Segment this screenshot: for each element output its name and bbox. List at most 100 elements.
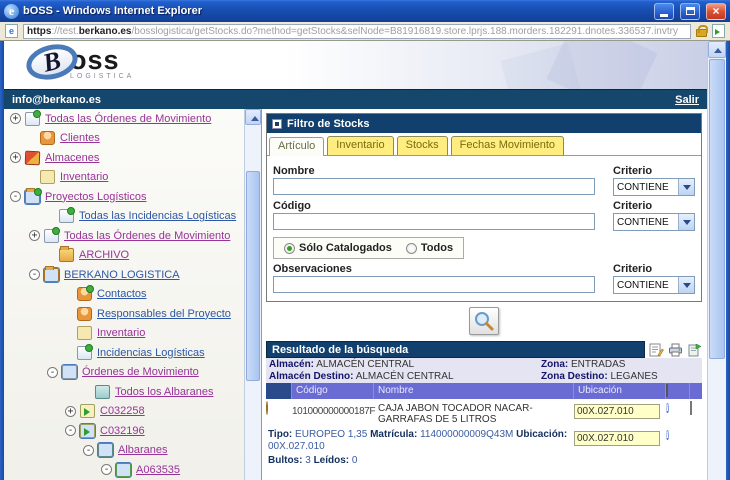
logout-link[interactable]: Salir xyxy=(675,94,699,106)
collapse-icon[interactable] xyxy=(101,464,112,475)
tree-item[interactable]: Responsables del Proyecto xyxy=(4,304,261,324)
tree-item[interactable]: Clientes xyxy=(4,129,261,149)
codigo-input[interactable] xyxy=(273,213,595,230)
collapse-icon[interactable] xyxy=(29,269,40,280)
tree-scrollbar[interactable] xyxy=(244,109,261,480)
tree-item-label[interactable]: A063535 xyxy=(136,464,180,476)
expand-icon[interactable] xyxy=(10,152,21,163)
tree-item-label[interactable]: Órdenes de Movimiento xyxy=(82,366,199,378)
tab-fechas-movimiento[interactable]: Fechas Movimiento xyxy=(451,136,564,155)
tree-item[interactable]: BERKANO LOGISTICA xyxy=(4,265,261,285)
edit-results-icon[interactable] xyxy=(649,343,664,357)
tree-item[interactable]: Todos los Albaranes xyxy=(4,382,261,402)
tree-item-label[interactable]: Todas las Órdenes de Movimiento xyxy=(64,230,230,242)
tree-item[interactable]: Albaranes xyxy=(4,441,261,461)
minimize-button[interactable] xyxy=(654,3,674,20)
tree-item-label[interactable]: ARCHIVO xyxy=(79,249,129,261)
nombre-criterio-select[interactable]: CONTIENE xyxy=(613,178,695,196)
collapse-icon[interactable] xyxy=(83,445,94,456)
tree-item-label[interactable]: Almacenes xyxy=(45,152,99,164)
tree-item-label[interactable]: Clientes xyxy=(60,132,100,144)
ie-logo-icon: e xyxy=(4,4,19,19)
user-bar: info@berkano.es Salir xyxy=(4,89,707,109)
search-row xyxy=(266,302,702,341)
collapse-icon[interactable] xyxy=(65,425,76,436)
tree-item[interactable]: Inventario xyxy=(4,168,261,188)
search-button[interactable] xyxy=(469,307,499,335)
tree-item[interactable]: Contactos xyxy=(4,285,261,305)
maximize-button[interactable] xyxy=(680,3,700,20)
scroll-up-button[interactable] xyxy=(708,41,726,58)
info-icon[interactable]: i xyxy=(666,403,669,413)
page-status-icon[interactable] xyxy=(712,24,725,38)
select-all-checkbox[interactable] xyxy=(666,384,668,397)
ie-page-icon: e xyxy=(5,24,18,38)
criterio-selected-value: CONTIENE xyxy=(614,217,678,228)
tree-item[interactable]: A063535 xyxy=(4,460,261,480)
tree-item-label[interactable]: BERKANO LOGISTICA xyxy=(64,269,180,281)
radio-label: Sólo Catalogados xyxy=(299,242,392,254)
expand-icon[interactable] xyxy=(29,230,40,241)
tree-item[interactable]: Proyectos Logísticos xyxy=(4,187,261,207)
tree-item[interactable]: ARCHIVO xyxy=(4,246,261,266)
ubicacion-input[interactable]: 00X.027.010 xyxy=(574,404,660,419)
collapse-icon[interactable] xyxy=(10,191,21,202)
chevron-down-icon[interactable] xyxy=(678,277,694,293)
scroll-thumb[interactable] xyxy=(709,59,725,359)
tree-scroll-thumb[interactable] xyxy=(246,171,260,381)
tree-item[interactable]: Todas las Órdenes de Movimiento xyxy=(4,226,261,246)
tree-item-label[interactable]: C032196 xyxy=(100,425,145,437)
radio-selected-icon[interactable] xyxy=(284,243,295,254)
tree-item-label[interactable]: Responsables del Proyecto xyxy=(97,308,231,320)
print-icon[interactable] xyxy=(668,343,683,357)
boss-logo: B oss LOGISTICA xyxy=(26,45,134,80)
tree-item[interactable]: Todas las Incidencias Logísticas xyxy=(4,207,261,227)
tree-item-label[interactable]: Proyectos Logísticos xyxy=(45,191,147,203)
tree-item[interactable]: C032196 xyxy=(4,421,261,441)
tree-item-label[interactable]: Albaranes xyxy=(118,444,168,456)
tab-stocks[interactable]: Stocks xyxy=(397,136,448,155)
tree-item-label[interactable]: C032258 xyxy=(100,405,145,417)
tree-item-label[interactable]: Inventario xyxy=(60,171,108,183)
expand-icon[interactable] xyxy=(65,406,76,417)
codigo-column-header: Código xyxy=(292,383,374,399)
tree-item[interactable]: Incidencias Logísticas xyxy=(4,343,261,363)
tree-item[interactable]: Todas las Órdenes de Movimiento xyxy=(4,109,261,129)
export-icon[interactable] xyxy=(687,343,702,357)
tree-item-label[interactable]: Inventario xyxy=(97,327,145,339)
tree-scroll-up-button[interactable] xyxy=(245,109,261,125)
chevron-down-icon[interactable] xyxy=(678,214,694,230)
page-scrollbar[interactable] xyxy=(707,41,726,480)
tree-item-label[interactable]: Todas las Órdenes de Movimiento xyxy=(45,113,211,125)
collapse-icon[interactable] xyxy=(47,367,58,378)
tree-item[interactable]: C032258 xyxy=(4,402,261,422)
tree-item-label[interactable]: Todas las Incidencias Logísticas xyxy=(79,210,236,222)
radio-solo-catalogados[interactable]: Sólo Catalogados xyxy=(284,242,392,254)
info-icon[interactable]: i xyxy=(666,430,669,440)
ubicacion-value: 00X.027.010 xyxy=(268,441,325,452)
chevron-down-icon[interactable] xyxy=(678,179,694,195)
tree-item[interactable]: Almacenes xyxy=(4,148,261,168)
codigo-criterio-select[interactable]: CONTIENE xyxy=(613,213,695,231)
observaciones-input[interactable] xyxy=(273,276,595,293)
criterio-label: Criterio xyxy=(613,165,695,177)
expand-icon[interactable] xyxy=(10,113,21,124)
row-checkbox[interactable] xyxy=(690,401,692,415)
tab-articulo[interactable]: Artículo xyxy=(269,137,324,156)
tree-item-label[interactable]: Incidencias Logísticas xyxy=(97,347,205,359)
almacen-value: ALMACÉN CENTRAL xyxy=(316,359,414,370)
tree-item-label[interactable]: Contactos xyxy=(97,288,147,300)
tree-item[interactable]: Inventario xyxy=(4,324,261,344)
tree-item-label[interactable]: Todos los Albaranes xyxy=(115,386,213,398)
url-input[interactable]: https://test.berkano.es/bosslogistica/ge… xyxy=(23,24,691,39)
tree-item[interactable]: Órdenes de Movimiento xyxy=(4,363,261,383)
nombre-input[interactable] xyxy=(273,178,595,195)
close-button[interactable]: × xyxy=(706,3,726,20)
tab-inventario[interactable]: Inventario xyxy=(327,136,393,155)
radio-todos[interactable]: Todos xyxy=(406,242,453,254)
ubicacion-input-2[interactable]: 00X.027.010 xyxy=(574,431,660,446)
delivery-note-icon xyxy=(116,463,131,477)
movement-orders-icon xyxy=(44,229,59,243)
radio-unselected-icon[interactable] xyxy=(406,243,417,254)
observaciones-criterio-select[interactable]: CONTIENE xyxy=(613,276,695,294)
